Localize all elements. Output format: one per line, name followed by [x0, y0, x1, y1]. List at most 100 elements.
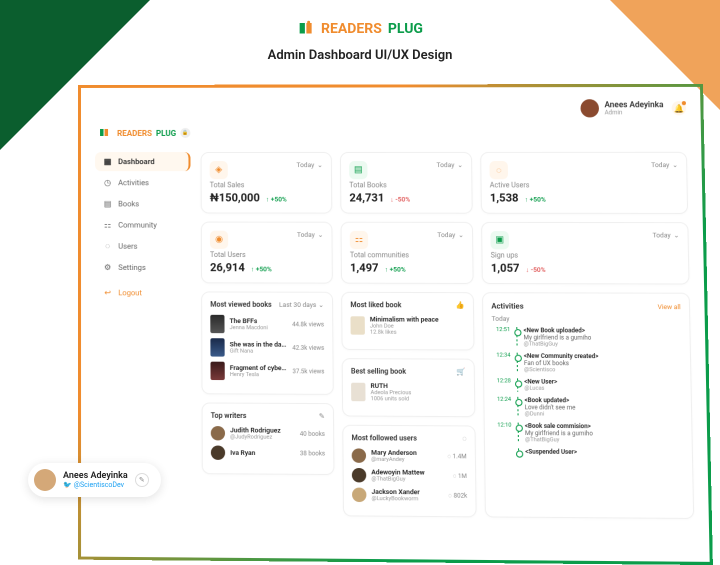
credit-badge[interactable]: Anees Adeyinka 🐦@ScientiscoDev ✎	[28, 463, 161, 497]
avatar	[211, 445, 225, 459]
users-icon: ◉	[210, 231, 228, 249]
list-item[interactable]: Mary Anderson@maryAndey◌ 1.4M	[352, 448, 467, 463]
lock-icon: 🔒	[180, 128, 190, 138]
avatar	[352, 448, 366, 462]
top-writers: Top writers✎ Judith Rodriguez@JudyRodrig…	[202, 402, 335, 475]
kpi-total-books: ▤Today⌄ Total Books 24,731↓ -50%	[340, 152, 473, 214]
kpi-total-sales: ◈Today⌄ Total Sales ₦150,000↑ +50%	[201, 152, 333, 214]
period-selector[interactable]: Today⌄	[296, 161, 322, 169]
twitter-icon: 🐦	[63, 481, 72, 489]
sidebar-item-activities[interactable]: ◷Activities	[95, 173, 191, 192]
chevron-down-icon: ⌄	[317, 161, 323, 169]
brand-readers-small: READERS	[117, 128, 152, 137]
book-thumb	[210, 315, 224, 333]
period-selector[interactable]: Today⌄	[436, 161, 463, 169]
chevron-down-icon: ⌄	[674, 231, 680, 239]
logout-icon: ↩	[103, 288, 112, 297]
user-icon: ◌	[489, 161, 508, 179]
best-selling-book: Best selling book🛒 RUTHAdeola Precious10…	[342, 358, 476, 417]
chevron-down-icon: ⌄	[318, 231, 324, 239]
chevron-down-icon: ⌄	[318, 301, 324, 309]
activity-item[interactable]: 12:34<New Community created>Fan of UX bo…	[492, 353, 682, 374]
trend-up-icon: ↑ +50%	[385, 265, 406, 273]
timeline-dot	[518, 423, 519, 444]
avatar	[34, 469, 56, 491]
sidebar-item-books[interactable]: ▤Books	[95, 194, 191, 213]
user-chip[interactable]: Anees Adeyinka Admin	[581, 99, 664, 117]
dashboard-window: Anees Adeyinka Admin 🔔 READERS PLUG 🔒 ▦D…	[78, 84, 713, 565]
kpi-signups: ▣Today⌄ Sign ups 1,057↓ -50%	[481, 222, 690, 285]
pen-icon: ✎	[319, 412, 325, 420]
most-liked-book: Most liked book👍 Minimalism with peaceJo…	[341, 292, 474, 351]
user-icon: ◌	[462, 435, 466, 443]
book-thumb	[350, 316, 364, 334]
activity-item[interactable]: 12:51<New Book uploaded>My girlfriend is…	[492, 327, 682, 348]
chevron-down-icon: ⌄	[457, 161, 463, 169]
most-followed-users: Most followed users◌ Mary Anderson@maryA…	[342, 425, 476, 518]
sidebar-item-community[interactable]: ⚏Community	[95, 215, 191, 234]
credit-name: Anees Adeyinka	[63, 471, 128, 481]
brand-readers: READERS	[321, 21, 382, 37]
edit-icon[interactable]: ✎	[135, 473, 149, 487]
page-header: READERS PLUG Admin Dashboard UI/UX Desig…	[268, 20, 453, 63]
sidebar-item-logout[interactable]: ↩Logout	[95, 283, 191, 303]
activity-item[interactable]: 12:28<New User>@Lucas	[492, 378, 682, 392]
trend-down-icon: ↓ -50%	[526, 266, 546, 274]
activity-icon: ◷	[103, 178, 112, 187]
brand-logo: READERS PLUG	[268, 20, 453, 38]
period-selector[interactable]: Today⌄	[651, 161, 678, 169]
list-item[interactable]: The BFFsJenna Macdoni44.8k views	[210, 315, 324, 334]
list-item[interactable]: Minimalism with peaceJohn Doe12.8k likes	[350, 315, 465, 336]
period-selector[interactable]: Today⌄	[297, 231, 323, 239]
community-icon: ⚏	[103, 220, 112, 229]
sidebar-item-dashboard[interactable]: ▦Dashboard	[95, 152, 190, 171]
view-all-link[interactable]: View all	[658, 302, 681, 310]
kpi-total-communities: ⚏Today⌄ Total communities 1,497↑ +50%	[340, 222, 473, 284]
timeline-dot	[516, 327, 517, 348]
book-icon: ▤	[349, 161, 367, 179]
grid-icon: ▦	[103, 157, 112, 166]
list-item[interactable]: Jackson Xander@LuckyBookworm◌ 802k	[352, 488, 467, 503]
sidebar-item-users[interactable]: ◌Users	[95, 237, 191, 256]
page-subtitle: Admin Dashboard UI/UX Design	[268, 48, 453, 63]
user-icon: ◌	[103, 242, 112, 251]
chevron-down-icon: ⌄	[458, 231, 464, 239]
cart-icon: 🛒	[457, 368, 466, 376]
trend-down-icon: ↓ -50%	[390, 195, 410, 203]
gear-icon: ⚙	[103, 263, 112, 272]
timeline-dot	[518, 448, 519, 455]
book-thumb	[351, 383, 365, 402]
avatar	[211, 426, 225, 440]
timeline-dot	[517, 353, 518, 374]
activity-item[interactable]: 12:24<Book updated>Love didn't see me@Du…	[493, 397, 683, 419]
trend-up-icon: ↑ +50%	[525, 196, 546, 204]
period-selector[interactable]: Today⌄	[652, 231, 679, 239]
list-item[interactable]: Iva Ryan38 books	[211, 445, 325, 460]
book-thumb	[210, 362, 224, 380]
timeline-dot	[517, 397, 518, 418]
list-item[interactable]: She was in the darkGift Nana42.3k views	[210, 338, 324, 357]
list-item[interactable]: Fragment of cyber crimesHenry Tesla37.5k…	[210, 362, 324, 381]
activity-item[interactable]: 12:10<Book sale commision>My girlfriend …	[493, 422, 683, 444]
shield-icon: ◈	[210, 161, 228, 179]
list-item[interactable]: RUTHAdeola Precious1006 units sold	[351, 382, 466, 403]
list-item[interactable]: Adewoyin Mattew@ThatBigGuy◌ 1M	[352, 468, 467, 483]
notification-icon[interactable]: 🔔	[672, 101, 687, 115]
avatar	[352, 488, 366, 503]
book-icon	[95, 124, 113, 142]
user-name: Anees Adeyinka	[604, 100, 663, 109]
book-icon	[297, 20, 315, 38]
activity-item[interactable]: <Suspended User>	[493, 448, 683, 456]
signup-icon: ▣	[490, 231, 509, 249]
kpi-total-users: ◉Today⌄ Total Users 26,914↑ +50%	[201, 222, 333, 284]
list-item[interactable]: Judith Rodriguez@JudyRodriguez40 books	[211, 426, 325, 441]
trend-up-icon: ↑ +50%	[266, 195, 287, 203]
credit-handle: 🐦@ScientiscoDev	[63, 481, 128, 489]
chevron-down-icon: ⌄	[672, 161, 678, 169]
thumbs-up-icon: 👍	[456, 301, 465, 309]
book-icon: ▤	[103, 199, 112, 208]
avatar	[352, 468, 366, 483]
period-selector[interactable]: Today⌄	[437, 231, 464, 239]
period-selector[interactable]: Last 30 days⌄	[279, 301, 324, 309]
sidebar-item-settings[interactable]: ⚙Settings	[95, 258, 191, 277]
